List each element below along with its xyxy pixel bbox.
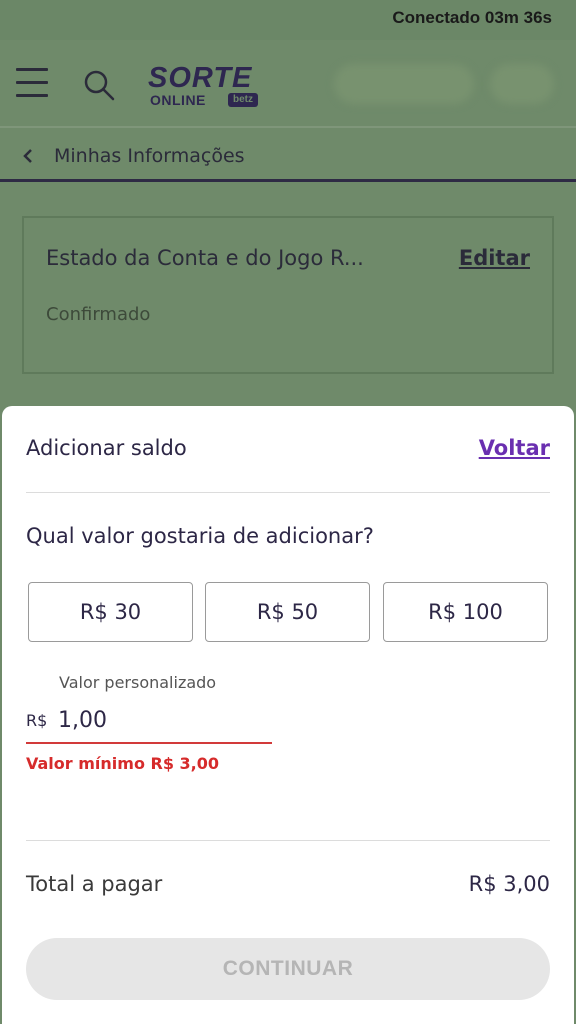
status-bar: Conectado 03m 36s: [0, 0, 576, 40]
blurred-account-button: [490, 64, 554, 104]
amount-option-100[interactable]: R$ 100: [383, 582, 548, 642]
continue-button[interactable]: CONTINUAR: [26, 938, 550, 1000]
breadcrumb[interactable]: Minhas Informações: [0, 130, 576, 182]
back-link[interactable]: Voltar: [479, 436, 550, 460]
breadcrumb-label: Minhas Informações: [54, 145, 245, 167]
custom-amount-input[interactable]: [58, 704, 258, 736]
input-underline: [26, 742, 272, 744]
logo-online-text: ONLINE: [150, 92, 206, 108]
amount-option-50[interactable]: R$ 50: [205, 582, 370, 642]
total-label: Total a pagar: [26, 872, 163, 896]
amount-option-30[interactable]: R$ 30: [28, 582, 193, 642]
chevron-left-icon: [20, 148, 36, 164]
app-header: SORTE ONLINE betz: [0, 40, 576, 128]
logo-badge: betz: [228, 93, 258, 107]
sheet-title: Adicionar saldo: [26, 436, 187, 460]
hamburger-menu-icon[interactable]: [16, 68, 48, 98]
add-balance-sheet: Adicionar saldo Voltar Qual valor gostar…: [2, 406, 574, 1024]
search-icon[interactable]: [82, 68, 116, 102]
edit-link[interactable]: Editar: [459, 246, 530, 270]
amount-question: Qual valor gostaria de adicionar?: [26, 524, 374, 548]
currency-prefix: R$: [26, 711, 48, 730]
connection-timer: Conectado 03m 36s: [392, 8, 552, 27]
account-status-text: Confirmado: [46, 304, 151, 325]
logo-wordmark: SORTE: [148, 62, 253, 94]
account-card-title: Estado da Conta e do Jogo R...: [46, 246, 364, 270]
account-status-card: Estado da Conta e do Jogo R... Editar Co…: [22, 216, 554, 374]
blurred-balance: [334, 64, 474, 104]
sorte-online-logo[interactable]: SORTE ONLINE betz: [148, 64, 276, 110]
divider: [26, 492, 550, 493]
custom-amount-label: Valor personalizado: [59, 673, 217, 692]
minimum-value-error: Valor mínimo R$ 3,00: [26, 754, 220, 773]
total-value: R$ 3,00: [468, 872, 550, 896]
divider: [26, 840, 550, 841]
